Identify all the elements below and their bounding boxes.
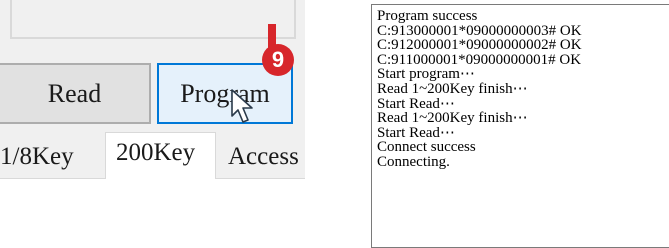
tab-access[interactable]: Access <box>222 140 305 178</box>
step-badge: 9 <box>262 44 294 76</box>
tab-1-8key[interactable]: 1/8Key <box>0 140 104 178</box>
upper-group-box <box>10 0 296 39</box>
tab-200key-label: 200Key <box>116 139 196 166</box>
step-badge-number: 9 <box>271 47 285 72</box>
log-line: Start Read⋯ <box>377 124 455 141</box>
log-line: Connect success <box>377 139 476 156</box>
program-button-label: Program <box>180 78 270 108</box>
log-line: C:913000001*09000000003# OK <box>377 22 582 39</box>
log-line: Program success <box>377 8 478 24</box>
log-line: C:912000001*09000000002# OK <box>377 37 582 54</box>
tab-access-label: Access <box>228 143 299 170</box>
read-button-label: Read <box>47 78 102 108</box>
log-line: Read 1~200Key finish⋯ <box>377 110 528 127</box>
log-line: Connecting. <box>377 153 450 170</box>
tab-1-8key-label: 1/8Key <box>0 143 74 170</box>
tab-200key[interactable]: 200Key <box>105 132 216 179</box>
log-line: C:911000001*09000000001# OK <box>377 51 582 68</box>
mouse-pointer-icon <box>230 88 256 131</box>
log-line: Start Read⋯ <box>377 95 455 112</box>
log-output-box[interactable]: Program success C:913000001*09000000003#… <box>371 4 669 248</box>
read-button[interactable]: Read <box>0 63 151 124</box>
log-line: Read 1~200Key finish⋯ <box>377 80 528 97</box>
log-line: Start program⋯ <box>377 66 475 83</box>
